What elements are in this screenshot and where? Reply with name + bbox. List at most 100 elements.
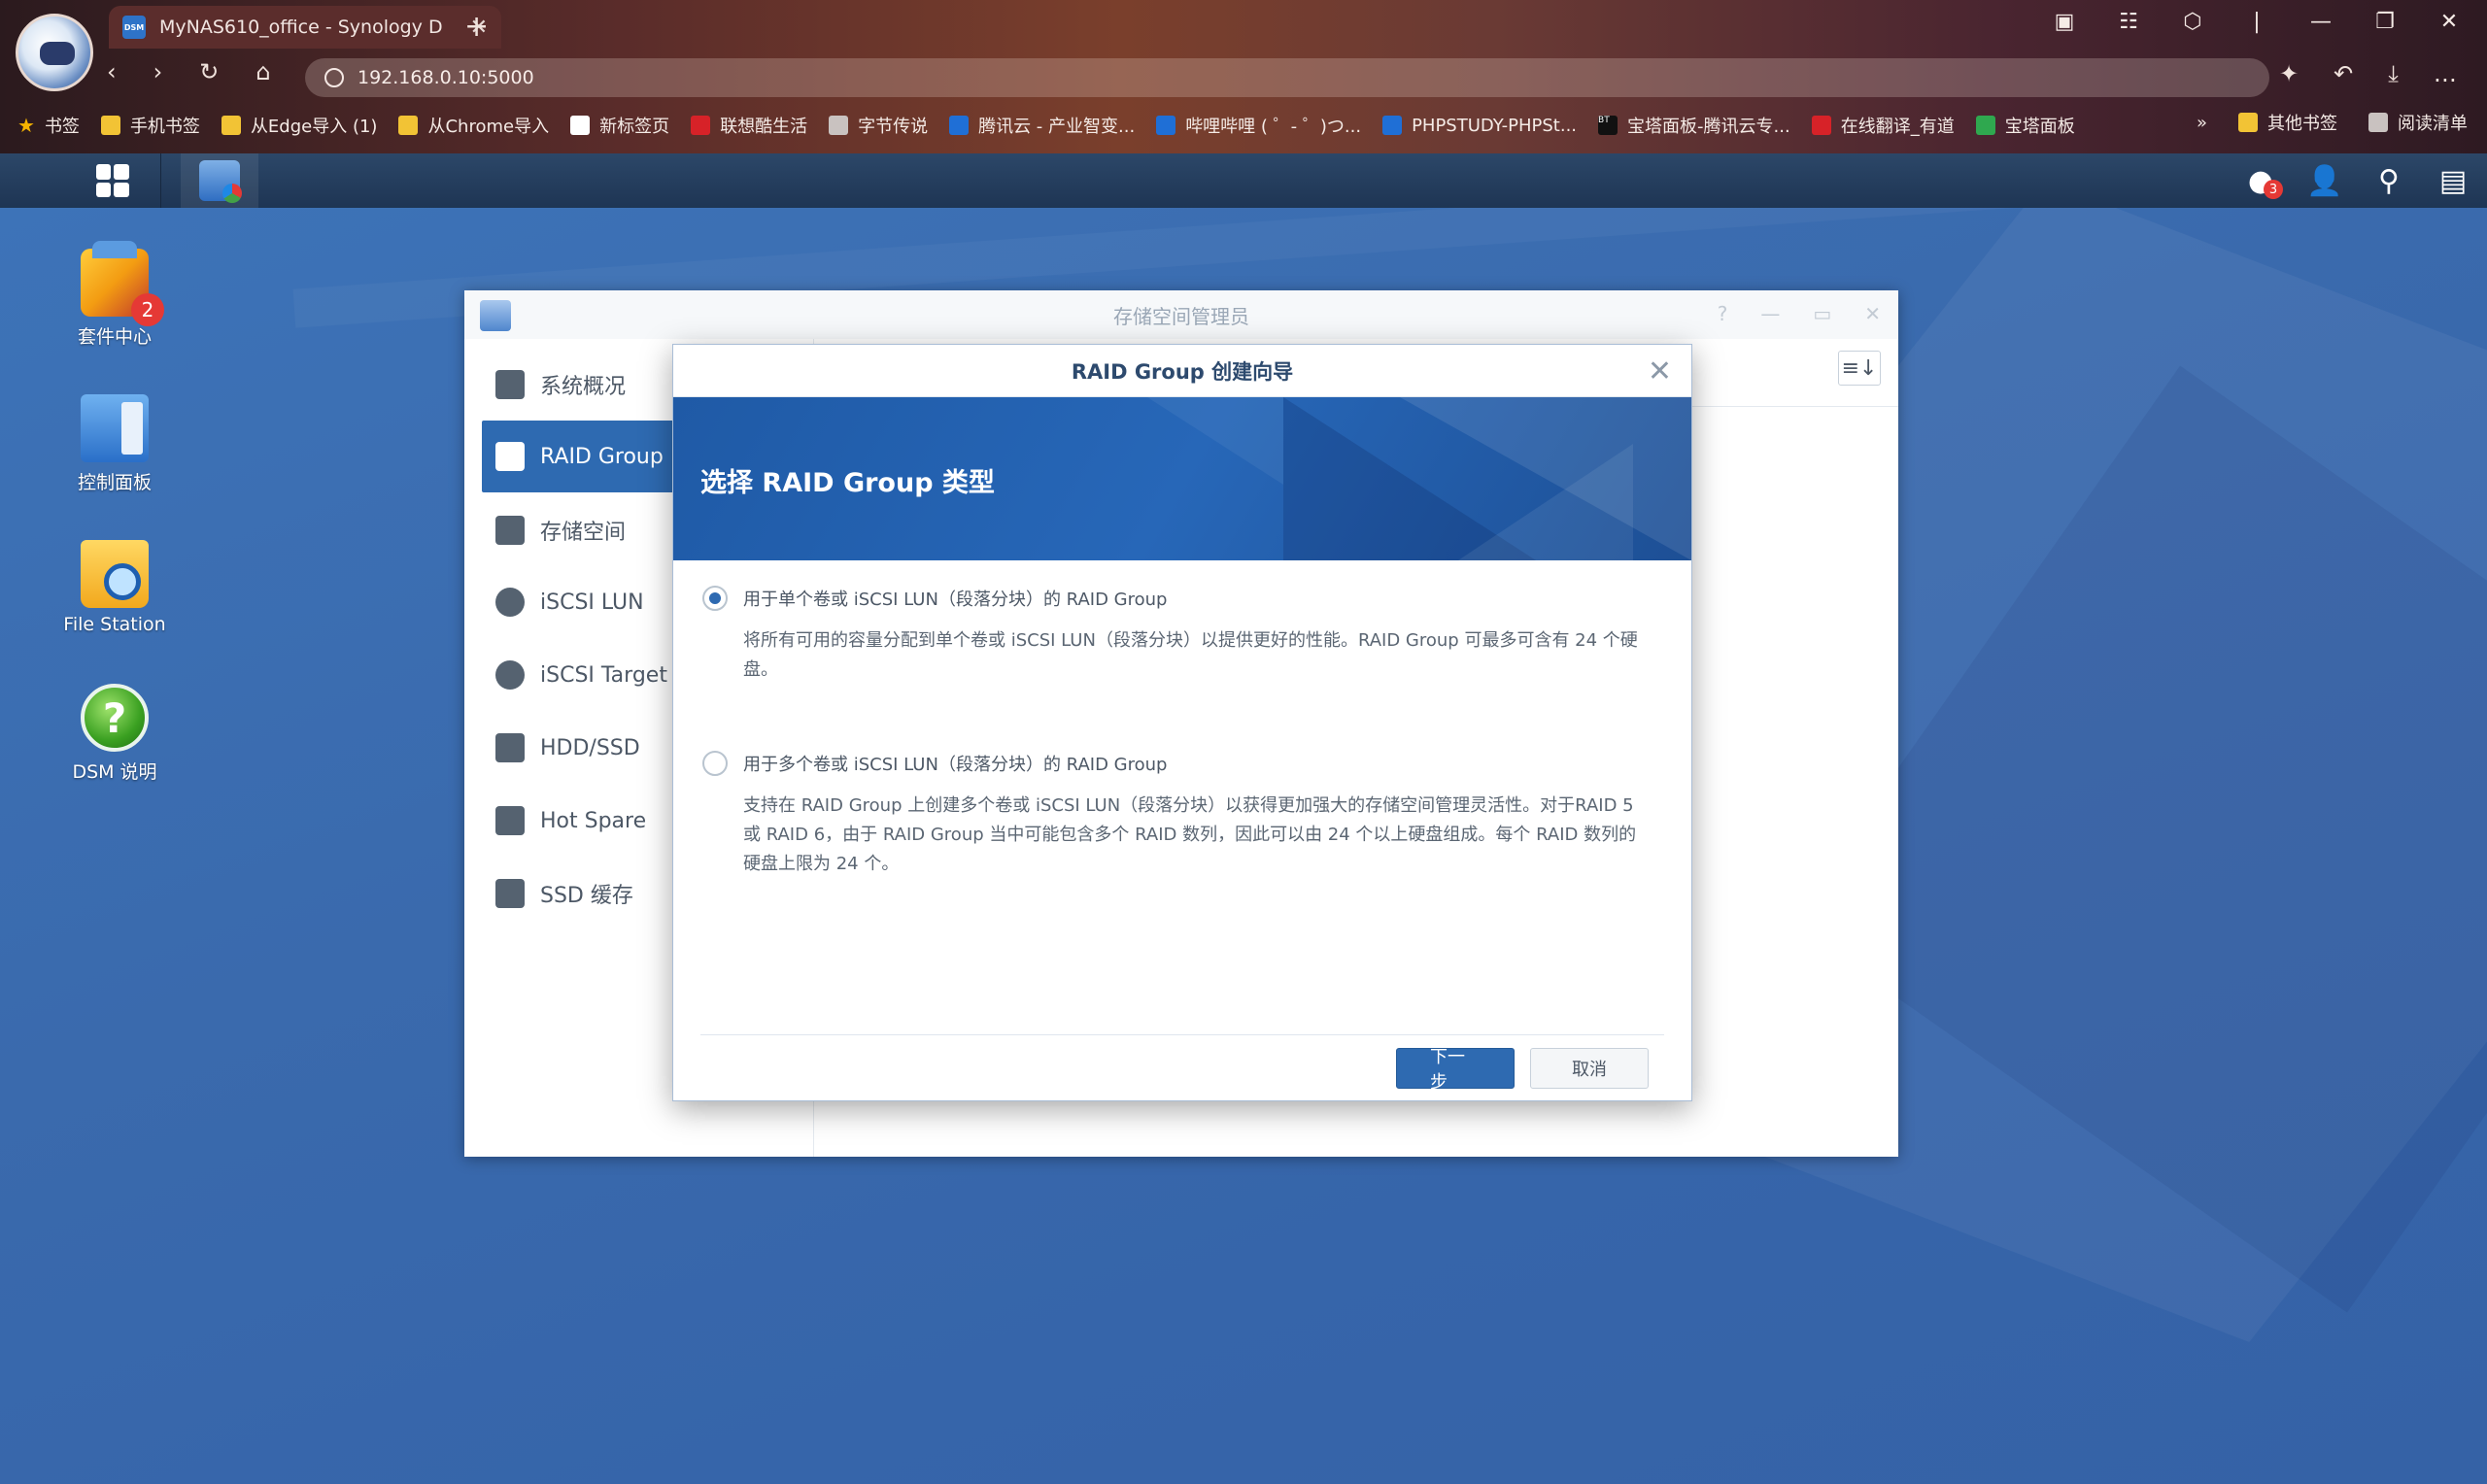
user-button[interactable]: 👤 <box>2306 162 2343 199</box>
window-titlebar[interactable]: 存储空间管理员 ? — ▭ ✕ <box>464 290 1898 339</box>
bookmark-item[interactable]: 宝塔面板 <box>1975 113 2075 138</box>
window-controls: ? — ▭ ✕ <box>1718 302 1881 325</box>
bookmark-item[interactable]: 哔哩哔哩 ( ゜- ゜)つ... <box>1156 113 1361 138</box>
bookmark-item[interactable]: 在线翻译_有道 <box>1811 113 1955 138</box>
package-center-icon: 2 <box>81 241 164 326</box>
wizard-banner: 选择 RAID Group 类型 <box>673 397 1691 560</box>
notification-badge: 3 <box>2264 180 2283 199</box>
desktop-icon-control-panel[interactable]: 控制面板 <box>47 394 183 494</box>
dsm-taskbar: ● 3 👤 ⚲ ▤ <box>0 153 2487 208</box>
url-text: 192.168.0.10:5000 <box>358 67 534 88</box>
target-icon <box>495 660 525 690</box>
bt-icon: BT <box>1598 116 1618 135</box>
bilibili-icon <box>1156 116 1176 135</box>
browser-chrome: DSM MyNAS610_office - Synology D ✕ + ▣ ☷… <box>0 0 2487 153</box>
sort-button[interactable]: ≡↓ <box>1838 351 1881 386</box>
main-menu-icon <box>95 164 129 197</box>
option-row[interactable]: 用于单个卷或 iSCSI LUN（段落分块）的 RAID Group <box>702 586 1652 611</box>
help-icon[interactable]: ? <box>1718 302 1728 325</box>
footer-divider <box>700 1034 1664 1035</box>
extensions-icon[interactable]: ⬡ <box>2182 10 2203 34</box>
option-description: 支持在 RAID Group 上创建多个卷或 iSCSI LUN（段落分块）以获… <box>743 795 1637 874</box>
reading-list-icon <box>2368 113 2388 132</box>
folder-icon <box>100 116 120 135</box>
dsm-favicon-icon: DSM <box>122 16 146 39</box>
bookmark-item[interactable]: BT 宝塔面板-腾讯云专... <box>1598 113 1790 138</box>
help-question-icon: ? <box>81 684 149 752</box>
next-button[interactable]: 下一步 <box>1396 1047 1515 1093</box>
bookmark-item[interactable]: 联想酷生活 <box>691 113 807 138</box>
close-icon[interactable]: ✕ <box>1648 354 1672 388</box>
new-tab-button[interactable]: + <box>464 10 489 44</box>
folder-icon <box>398 116 419 135</box>
notifications-button[interactable]: ● 3 <box>2242 162 2283 199</box>
collections-icon[interactable]: ☷ <box>2118 10 2139 34</box>
newtab-icon <box>570 116 591 135</box>
bookmark-item[interactable]: 字节传说 <box>829 113 928 138</box>
wizard-footer: 下一步 取消 <box>1396 1047 1649 1093</box>
wizard-titlebar[interactable]: RAID Group 创建向导 ✕ <box>673 345 1691 397</box>
minimize-button[interactable]: — <box>2310 10 2332 34</box>
sort-icon: ≡↓ <box>1841 355 1878 381</box>
control-panel-icon <box>81 394 149 462</box>
lenovo-icon <box>691 116 711 135</box>
wizard-heading: 选择 RAID Group 类型 <box>700 468 995 498</box>
close-icon[interactable]: ✕ <box>1864 302 1881 325</box>
forward-icon[interactable]: › <box>153 58 163 85</box>
option-description: 将所有可用的容量分配到单个卷或 iSCSI LUN（段落分块）以提供更好的性能。… <box>743 630 1638 680</box>
hdd-icon <box>495 733 525 762</box>
bt-green-icon <box>1975 116 1995 135</box>
user-icon: 👤 <box>2306 163 2343 198</box>
profile-avatar[interactable] <box>16 14 93 91</box>
more-bookmarks-button[interactable]: » <box>2197 113 2207 133</box>
home-icon[interactable]: ⌂ <box>256 58 270 85</box>
option-row[interactable]: 用于多个卷或 iSCSI LUN（段落分块）的 RAID Group <box>702 751 1652 776</box>
reload-icon[interactable]: ↻ <box>199 58 219 85</box>
site-info-icon[interactable] <box>324 68 344 87</box>
star-icon: ★ <box>17 114 35 137</box>
desktop-icon-package-center[interactable]: 2 套件中心 <box>47 241 183 349</box>
search-button[interactable]: ⚲ <box>2370 162 2407 199</box>
bookmark-item[interactable]: ★ 书签 <box>17 113 80 138</box>
radio-single-volume[interactable] <box>702 586 728 611</box>
more-menu-icon[interactable]: … <box>2434 60 2457 87</box>
bookmarks-bar: ★ 书签 手机书签 从Edge导入 (1) 从Chrome导入 新标签页 联想酷生… <box>17 110 2075 141</box>
address-bar[interactable]: 192.168.0.10:5000 <box>305 58 2269 97</box>
window-controls: ▣ ☷ ⬡ | — ❐ ✕ <box>2054 10 2460 34</box>
main-menu-button[interactable] <box>64 153 161 208</box>
other-bookmarks[interactable]: 其他书签 <box>2238 110 2337 135</box>
browser-tab[interactable]: DSM MyNAS610_office - Synology D ✕ <box>109 6 501 49</box>
bookmark-item[interactable]: 从Edge导入 (1) <box>221 113 377 138</box>
widgets-button[interactable]: ▤ <box>2435 162 2471 199</box>
taskbar-storage-manager[interactable] <box>181 153 258 208</box>
tab-title: MyNAS610_office - Synology D <box>159 17 443 38</box>
close-window-button[interactable]: ✕ <box>2438 10 2460 34</box>
bookmark-item[interactable]: PHPSTUDY-PHPSt... <box>1382 116 1577 136</box>
bookmark-item[interactable]: 从Chrome导入 <box>398 113 549 138</box>
bookmark-item[interactable]: 新标签页 <box>570 113 669 138</box>
tab-actions-icon[interactable]: ▣ <box>2054 10 2075 34</box>
undo-icon[interactable]: ↶ <box>2334 60 2353 87</box>
storage-manager-icon <box>480 300 511 331</box>
search-icon: ⚲ <box>2378 163 2400 198</box>
bookmarks-bar-right: » 其他书签 阅读清单 <box>2197 110 2468 135</box>
desktop-icon-file-station[interactable]: File Station <box>47 540 183 635</box>
folder-icon <box>221 116 241 135</box>
bookmark-item[interactable]: 腾讯云 - 产业智变... <box>949 113 1135 138</box>
option-multiple-volumes: 用于多个卷或 iSCSI LUN（段落分块）的 RAID Group 支持在 R… <box>702 751 1652 879</box>
volume-icon <box>495 516 525 545</box>
minimize-icon[interactable]: — <box>1760 302 1780 325</box>
widgets-icon: ▤ <box>2438 163 2468 198</box>
back-icon[interactable]: ‹ <box>107 58 117 85</box>
maximize-button[interactable]: ❐ <box>2374 10 2396 34</box>
reading-list[interactable]: 阅读清单 <box>2368 110 2468 135</box>
maximize-icon[interactable]: ▭ <box>1813 302 1831 325</box>
download-icon[interactable]: ⤓ <box>2388 60 2399 87</box>
cancel-button[interactable]: 取消 <box>1530 1048 1649 1089</box>
toolbar-right: ✦ ↶ ⤓ … <box>2279 60 2457 87</box>
radio-multiple-volumes[interactable] <box>702 751 728 776</box>
bookmark-item[interactable]: 手机书签 <box>100 113 200 138</box>
extensions-puzzle-icon[interactable]: ✦ <box>2279 60 2299 87</box>
window-title: 存储空间管理员 <box>1113 304 1249 328</box>
desktop-icon-dsm-help[interactable]: ? DSM 说明 <box>47 684 183 784</box>
